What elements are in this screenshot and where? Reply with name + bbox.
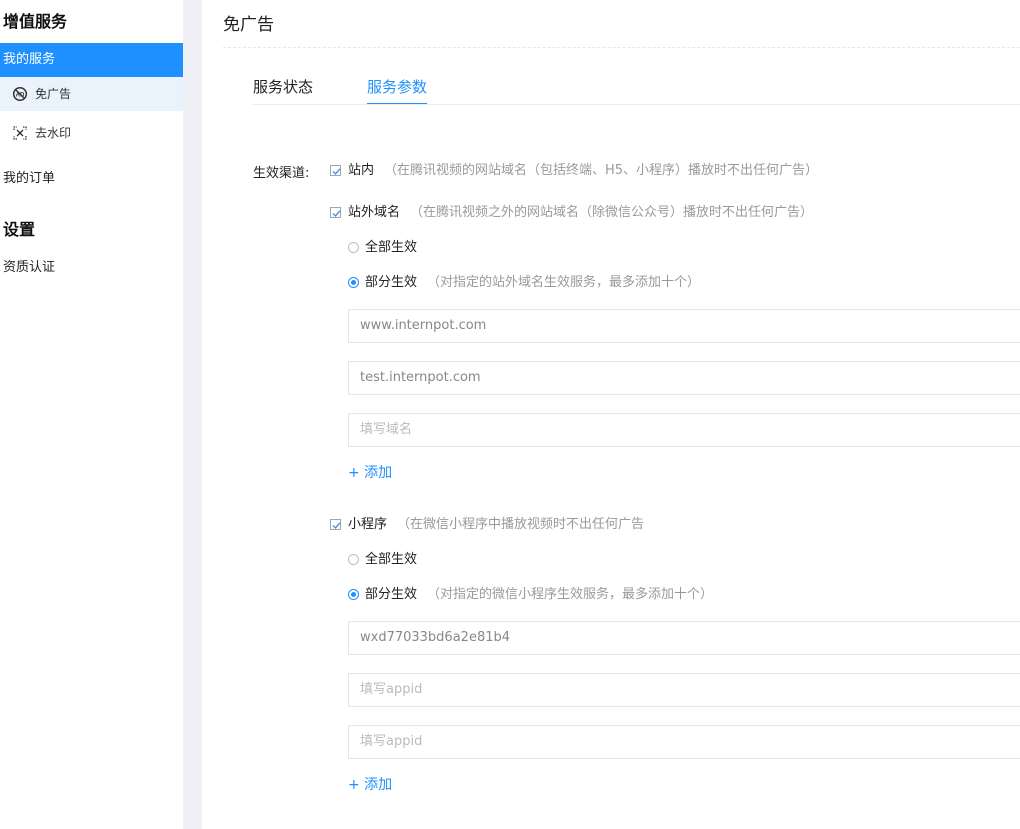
offsite-radio-partial-label: 部分生效 [365, 275, 418, 290]
add-appid-button[interactable]: + 添加 [348, 774, 392, 794]
domain-input-2[interactable]: test.internpot.com [348, 361, 1020, 395]
tabs-divider [253, 104, 1020, 105]
sidebar-settings-title: 设置 [3, 220, 36, 239]
miniprogram-hint: （在微信小程序中播放视频时不出任何广告 [397, 517, 645, 532]
sidebar-item-label: 去水印 [35, 126, 72, 140]
title-divider [223, 47, 1020, 48]
miniprogram-option: 小程序 （在微信小程序中播放视频时不出任何广告 [348, 516, 644, 534]
add-domain-button[interactable]: + 添加 [348, 462, 392, 482]
checkmark-icon [332, 210, 341, 218]
sidebar-item-certification[interactable]: 资质认证 [0, 251, 183, 285]
checkmark-icon [332, 168, 341, 176]
domain-input-1[interactable]: www.internpot.com [348, 309, 1020, 343]
page-title: 免广告 [223, 15, 274, 35]
appid-input-empty-1[interactable]: 填写appid [348, 673, 1020, 707]
tab-service-status[interactable]: 服务状态 [253, 76, 313, 105]
appid-input-1[interactable]: wxd77033bd6a2e81b4 [348, 621, 1020, 655]
miniprogram-radio-all[interactable] [348, 554, 359, 565]
checkmark-icon [332, 522, 341, 530]
sidebar-item-my-services[interactable]: 我的服务 [0, 43, 183, 77]
onsite-checkbox[interactable] [330, 165, 341, 176]
miniprogram-partial-hint: （对指定的微信小程序生效服务，最多添加十个） [427, 587, 714, 602]
offsite-radio-all-label: 全部生效 [365, 240, 418, 255]
appid-input-empty-2[interactable]: 填写appid [348, 725, 1020, 759]
channel-label: 生效渠道: [253, 166, 310, 181]
miniprogram-checkbox[interactable] [330, 519, 341, 530]
sidebar: 增值服务 我的服务 AD 免广告 去水印 我的订单 设置 资质认证 [0, 0, 183, 829]
onsite-hint: （在腾讯视频的网站域名（包括终端、H5、小程序）播放时不出任何广告） [384, 163, 819, 178]
sidebar-item-ad-free[interactable]: AD 免广告 [0, 77, 183, 111]
miniprogram-radio-all-label: 全部生效 [365, 552, 418, 567]
watermark-icon [13, 126, 27, 140]
offsite-radio-partial[interactable] [348, 277, 359, 288]
svg-text:AD: AD [16, 93, 25, 99]
sidebar-section-title: 增值服务 [3, 12, 68, 31]
miniprogram-partial-option: 部分生效 （对指定的微信小程序生效服务，最多添加十个） [365, 586, 713, 604]
offsite-option: 站外域名 （在腾讯视频之外的网站域名（除微信公众号）播放时不出任何广告） [348, 204, 813, 222]
domain-input-empty[interactable]: 填写域名 [348, 413, 1020, 447]
sidebar-item-watermark[interactable]: 去水印 [0, 116, 183, 150]
offsite-radio-all[interactable] [348, 242, 359, 253]
miniprogram-radio-partial[interactable] [348, 589, 359, 600]
miniprogram-radio-partial-label: 部分生效 [365, 587, 418, 602]
no-ads-icon: AD [12, 86, 28, 102]
onsite-label: 站内 [348, 163, 375, 178]
main-content: 免广告 服务状态 服务参数 生效渠道: 站内 （在腾讯视频的网站域名（包括终端、H… [202, 0, 1020, 829]
offsite-hint: （在腾讯视频之外的网站域名（除微信公众号）播放时不出任何广告） [410, 205, 814, 220]
onsite-option: 站内 （在腾讯视频的网站域名（包括终端、H5、小程序）播放时不出任何广告） [348, 162, 818, 180]
tab-service-params[interactable]: 服务参数 [367, 76, 428, 105]
miniprogram-label: 小程序 [348, 517, 388, 532]
offsite-partial-hint: （对指定的站外域名生效服务，最多添加十个） [427, 275, 701, 290]
sidebar-item-label: 免广告 [35, 87, 72, 101]
sidebar-divider [183, 0, 202, 829]
offsite-label: 站外域名 [348, 205, 401, 220]
offsite-checkbox[interactable] [330, 207, 341, 218]
offsite-partial-option: 部分生效 （对指定的站外域名生效服务，最多添加十个） [365, 274, 700, 292]
sidebar-item-my-orders[interactable]: 我的订单 [0, 162, 183, 196]
